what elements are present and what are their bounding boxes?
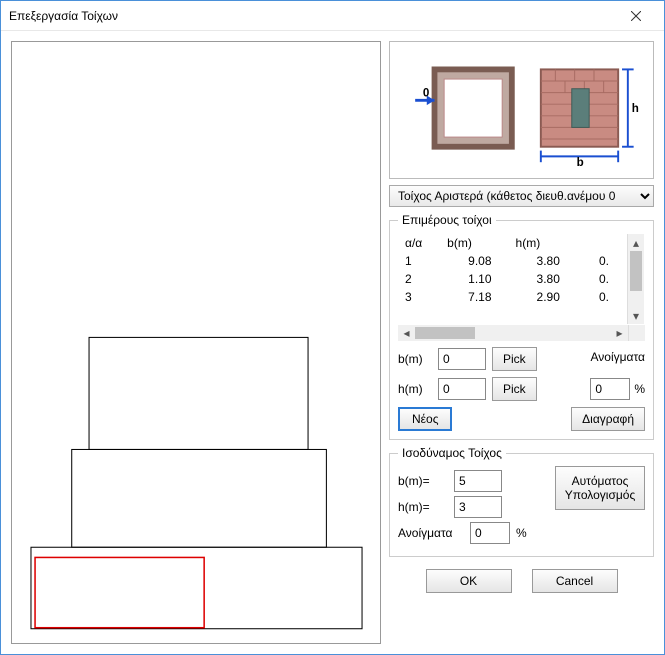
pick-h-button[interactable]: Pick [492, 377, 537, 401]
equivalent-legend: Ισοδύναμος Τοίχος [398, 446, 506, 460]
new-button[interactable]: Νέος [398, 407, 452, 431]
window-title: Επεξεργασία Τοίχων [9, 9, 616, 23]
origin-label: 0 [423, 86, 429, 99]
table-hscroll[interactable]: ◂ ▸ [398, 324, 645, 341]
eq-b-input[interactable] [454, 470, 502, 492]
b-input[interactable] [438, 348, 486, 370]
scroll-thumb-h[interactable] [415, 327, 475, 339]
h-dim-label: h [632, 102, 639, 115]
col-aa: α/α [399, 234, 441, 252]
h-input[interactable] [438, 378, 486, 400]
h-input-label: h(m) [398, 382, 432, 396]
close-icon [631, 11, 641, 21]
equivalent-wall-group: Ισοδύναμος Τοίχος b(m)= h(m)= Ανοίγματα [389, 446, 654, 557]
scroll-down-icon[interactable]: ▾ [628, 307, 644, 324]
scroll-left-icon[interactable]: ◂ [398, 325, 415, 341]
scroll-right-icon[interactable]: ▸ [611, 325, 628, 341]
table-row[interactable]: 1 9.08 3.80 0. [399, 252, 627, 270]
cancel-button[interactable]: Cancel [532, 569, 618, 593]
auto-calc-button[interactable]: Αυτόματος Υπολογισμός [555, 466, 645, 510]
table-row[interactable]: 2 1.10 3.80 0. [399, 270, 627, 288]
sub-walls-table[interactable]: α/α b(m) h(m) 1 9.08 3.80 0. [399, 234, 627, 306]
col-h: h(m) [510, 234, 578, 252]
col-extra [578, 234, 627, 252]
titlebar: Επεξεργασία Τοίχων [1, 1, 664, 31]
wall-elevation-drawing [12, 42, 380, 643]
openings-input[interactable] [590, 378, 630, 400]
content-area: 0 [1, 31, 664, 654]
b-dim-label: b [577, 156, 584, 168]
legend-diagram: 0 [389, 41, 654, 179]
eq-h-label: h(m)= [398, 500, 448, 514]
sub-walls-group: Επιμέρους τοίχοι α/α b(m) h(m) [389, 213, 654, 440]
pick-b-button[interactable]: Pick [492, 347, 537, 371]
table-vscroll[interactable]: ▴ ▾ [627, 234, 644, 324]
wall-select[interactable]: Τοίχος Αριστερά (κάθετος διευθ.ανέμου 0 [389, 185, 654, 207]
preview-panel [11, 41, 381, 644]
dialog-footer: OK Cancel [389, 569, 654, 593]
dialog-window: Επεξεργασία Τοίχων [0, 0, 665, 655]
col-b: b(m) [441, 234, 509, 252]
b-input-label: b(m) [398, 352, 432, 366]
eq-b-label: b(m)= [398, 474, 448, 488]
sub-walls-table-wrap: α/α b(m) h(m) 1 9.08 3.80 0. [398, 233, 645, 325]
eq-openings-label: Ανοίγματα [398, 526, 464, 540]
scroll-thumb[interactable] [630, 251, 642, 291]
controls-panel: 0 [389, 41, 654, 644]
delete-button[interactable]: Διαγραφή [571, 407, 645, 431]
ok-button[interactable]: OK [426, 569, 512, 593]
eq-h-input[interactable] [454, 496, 502, 518]
sub-walls-legend: Επιμέρους τοίχοι [398, 213, 496, 227]
eq-openings-unit: % [516, 526, 527, 540]
eq-openings-input[interactable] [470, 522, 510, 544]
scroll-up-icon[interactable]: ▴ [628, 234, 644, 251]
table-row[interactable]: 3 7.18 2.90 0. [399, 288, 627, 306]
openings-unit: % [634, 382, 645, 396]
close-button[interactable] [616, 2, 656, 30]
openings-label: Ανοίγματα [591, 350, 646, 364]
